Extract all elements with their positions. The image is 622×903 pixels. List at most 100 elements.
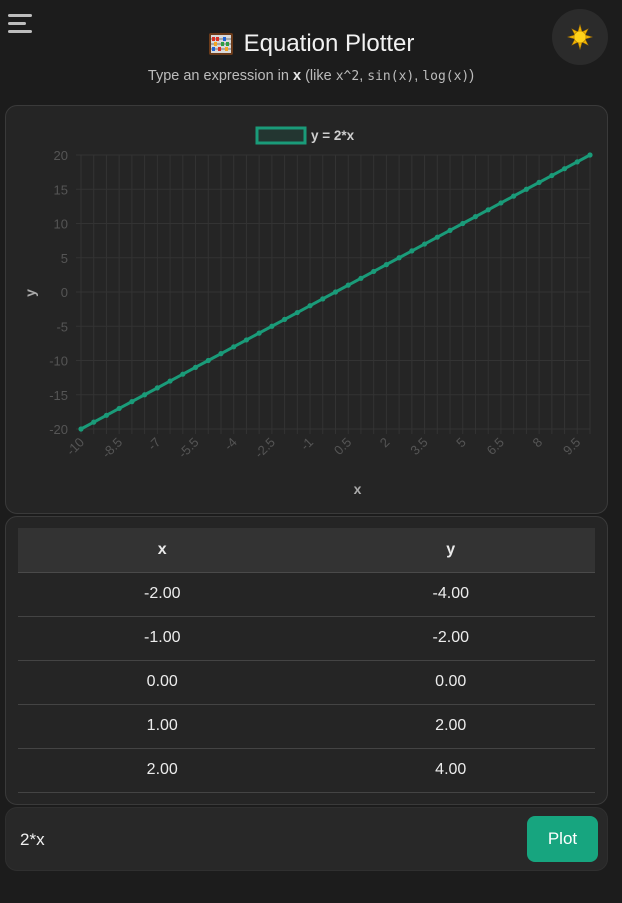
data-point	[307, 303, 313, 309]
data-point	[167, 378, 173, 384]
data-point	[396, 255, 402, 261]
y-tick-label: -5	[56, 319, 68, 334]
table-row: 1.00 2.00	[18, 704, 595, 749]
data-point	[320, 296, 326, 302]
subtitle-suffix: )	[469, 68, 475, 84]
table-cell-x: 0.00	[18, 660, 307, 705]
x-tick-label: 2	[377, 435, 393, 451]
example-expression: sin(x)	[367, 69, 415, 84]
data-point	[472, 214, 479, 220]
y-tick-label: -15	[49, 388, 68, 403]
menu-line	[8, 22, 26, 25]
y-tick-label: -10	[49, 354, 68, 369]
data-point	[561, 166, 568, 172]
x-tick-label: 8	[529, 435, 545, 451]
values-table: x y -2.00 -4.00 -1.00 -2.00 0.00 0.00 1.…	[18, 528, 595, 793]
data-point	[358, 275, 364, 281]
table-row: 2.00 4.00	[18, 748, 595, 793]
column-header-x: x	[18, 528, 307, 573]
table-card: x y -2.00 -4.00 -1.00 -2.00 0.00 0.00 1.…	[5, 516, 608, 805]
example-expression: x^2	[335, 69, 360, 84]
subtitle-mid: (like	[301, 68, 336, 84]
data-point	[485, 207, 491, 213]
data-point	[116, 405, 122, 412]
table-cell-x: 1.00	[18, 704, 307, 749]
x-tick-label: 0.5	[331, 435, 354, 458]
table-cell-y: 2.00	[306, 704, 595, 749]
menu-line	[8, 14, 32, 17]
data-point	[447, 227, 453, 233]
expression-input[interactable]	[20, 820, 500, 860]
subtitle: Type an expression in x (like x^2, sin(x…	[0, 68, 622, 84]
data-point	[332, 289, 339, 295]
y-tick-label: -20	[49, 422, 68, 437]
data-point	[218, 351, 224, 357]
abacus-icon	[208, 33, 233, 55]
x-tick-label: -2.5	[252, 435, 278, 461]
table-cell-x: 2.00	[18, 748, 307, 793]
table-cell-y: -2.00	[306, 616, 595, 661]
x-axis-label: x	[354, 481, 362, 497]
y-tick-label: 20	[54, 148, 68, 163]
y-axis-label: y	[22, 289, 38, 297]
plot-button[interactable]: Plot	[527, 816, 598, 862]
data-point	[587, 152, 593, 158]
table-cell-y: 0.00	[306, 660, 595, 705]
data-point	[294, 309, 300, 316]
data-point	[205, 357, 211, 364]
legend-label: y = 2*x	[311, 128, 355, 143]
y-tick-label: 15	[54, 182, 68, 197]
line-chart[interactable]: 20151050-5-10-15-20-10 -8.5 -7 -5.5 -4 -2.5 -1…	[6, 106, 609, 515]
table-row: -1.00 -2.00	[18, 616, 595, 661]
x-tick-label: -8.5	[99, 435, 125, 461]
example-expression: log(x)	[422, 69, 470, 84]
x-tick-label: -4	[221, 435, 240, 454]
y-tick-label: 5	[61, 251, 68, 266]
y-tick-label: 10	[54, 217, 68, 232]
data-point	[269, 323, 275, 329]
data-point	[536, 179, 542, 185]
data-point	[192, 364, 199, 370]
x-tick-label: 9.5	[560, 435, 583, 458]
x-tick-label: -1	[297, 435, 316, 454]
data-point	[282, 316, 288, 322]
data-point	[371, 268, 377, 275]
table-cell-y: 4.00	[306, 748, 595, 793]
data-point	[574, 159, 580, 165]
data-point	[409, 248, 415, 254]
title-text: Equation Plotter	[243, 30, 415, 57]
table-header-row: x y	[18, 528, 595, 573]
input-bar: Plot	[5, 807, 608, 871]
data-point	[91, 419, 97, 425]
data-point	[142, 392, 148, 398]
data-point	[511, 193, 517, 199]
x-tick-label: 5	[453, 435, 469, 451]
data-point	[523, 186, 529, 192]
data-point	[421, 241, 428, 247]
page-title: Equation Plotter	[0, 30, 622, 58]
column-header-y: y	[306, 528, 595, 573]
x-tick-label: -10	[63, 435, 87, 459]
y-tick-label: 0	[61, 285, 68, 300]
x-tick-label: -7	[145, 435, 164, 454]
table-cell-x: -2.00	[18, 572, 307, 617]
data-point	[103, 412, 110, 418]
subtitle-var: x	[292, 68, 302, 84]
chart-card: 20 15 10 5 0 -5 -10 -15 -20 -10 -8.5 -7 -5.5 -4 -2.5 -1…	[5, 105, 608, 514]
data-point	[243, 337, 250, 343]
data-point	[78, 426, 84, 432]
table-row: -2.00 -4.00	[18, 572, 595, 617]
x-tick-label: 3.5	[407, 435, 430, 458]
data-point	[180, 371, 186, 377]
table-cell-x: -1.00	[18, 616, 307, 661]
data-point	[129, 399, 135, 405]
data-point	[154, 385, 160, 391]
data-point	[460, 220, 466, 227]
table-row: 0.00 0.00	[18, 660, 595, 705]
subtitle-prefix: Type an expression in	[147, 68, 293, 84]
legend-swatch	[255, 126, 307, 145]
x-tick-label: 6.5	[484, 435, 507, 458]
data-point	[498, 200, 504, 206]
data-point	[256, 330, 262, 336]
data-point	[434, 234, 440, 240]
